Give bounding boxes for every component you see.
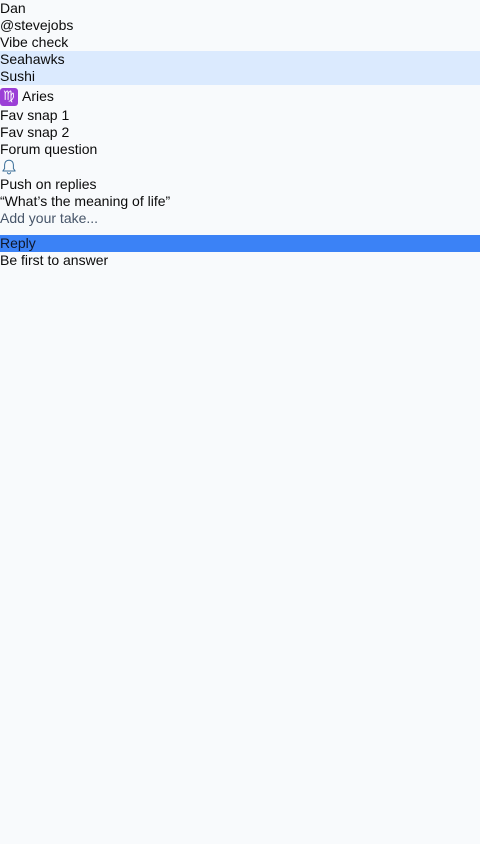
bell-icon	[2, 159, 16, 175]
vibe-tags: Seahawks Sushi	[0, 51, 480, 85]
answer-input[interactable]: Add your take...	[0, 210, 480, 227]
zodiac-label: Aries	[22, 88, 54, 104]
zodiac-icon: ♍	[0, 87, 18, 106]
profile-card: Dan @stevejobs Vibe check Seahawks Sushi…	[0, 0, 480, 141]
vibe-tag: Sushi	[0, 68, 36, 84]
vibe-check-label: Vibe check	[0, 34, 69, 50]
push-on-replies-toggle[interactable]: Push on replies	[0, 176, 480, 193]
reply-button[interactable]: Reply	[0, 235, 480, 252]
fav-snap-1[interactable]: Fav snap 1	[0, 107, 480, 124]
empty-answers-message: Be first to answer	[0, 252, 109, 268]
zodiac-row: ♍ Aries	[0, 86, 480, 107]
fav-snap-2[interactable]: Fav snap 2	[0, 124, 480, 141]
profile-name: Dan	[0, 0, 26, 16]
notification-bell[interactable]	[0, 158, 480, 176]
profile-handle: @stevejobs	[0, 17, 74, 33]
forum-section-title: Forum question	[0, 141, 98, 157]
forum-section: Forum question Push on replies “What’s t…	[0, 141, 480, 269]
forum-question-text: “What’s the meaning of life”	[0, 193, 171, 209]
vibe-tag: Seahawks	[0, 51, 65, 67]
